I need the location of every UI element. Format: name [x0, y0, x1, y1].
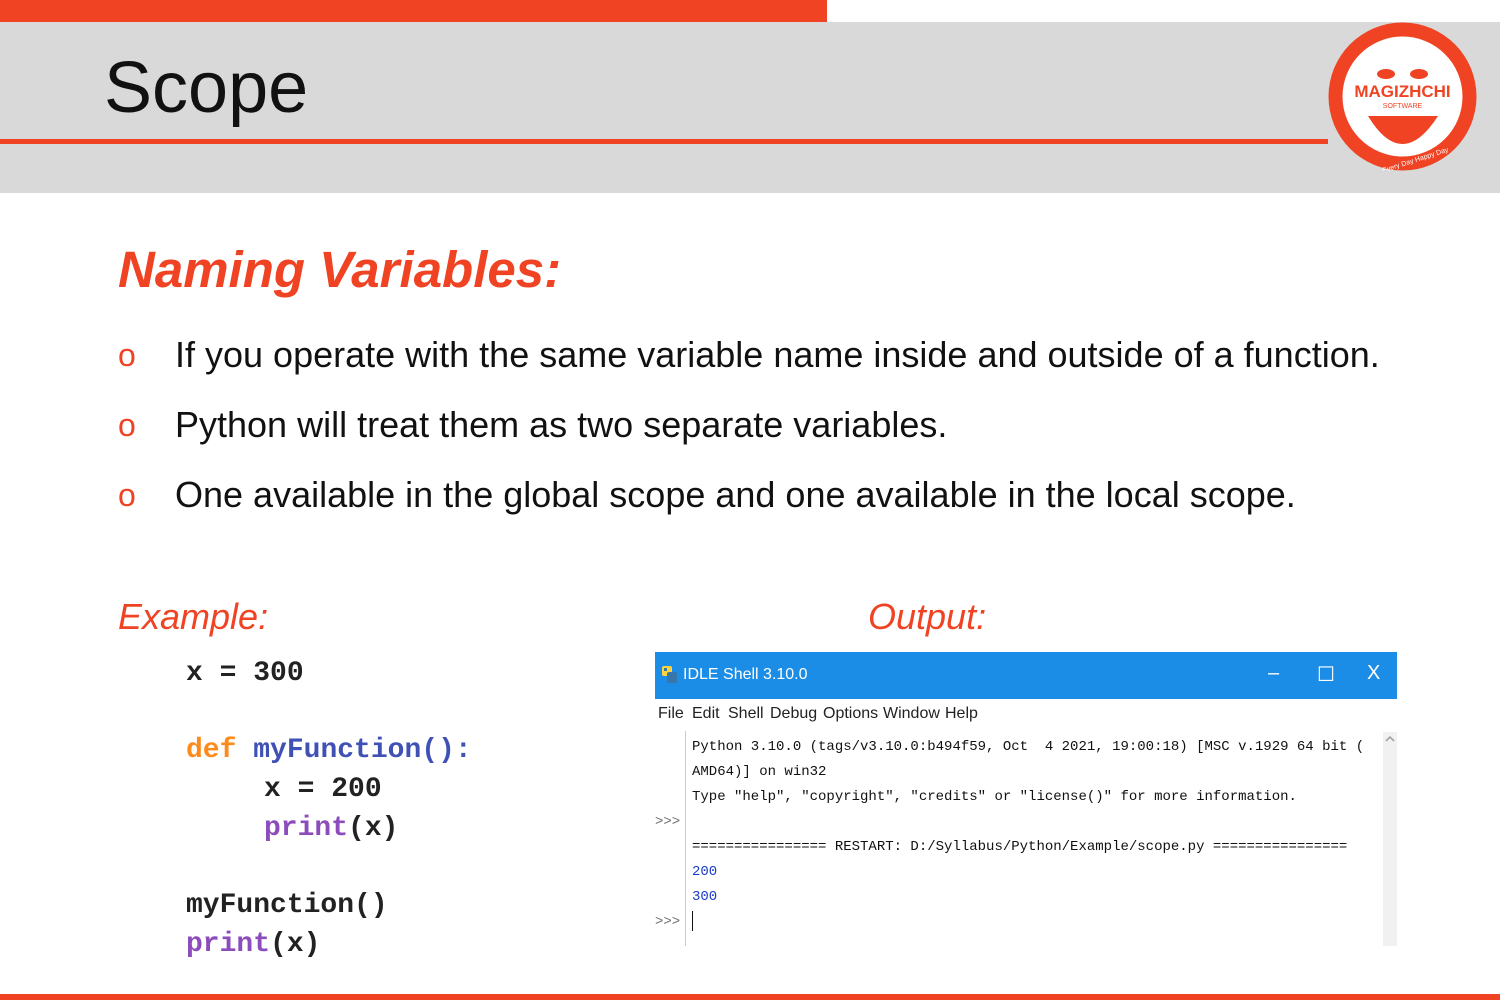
text-cursor [692, 911, 693, 931]
menu-edit[interactable]: Edit [692, 705, 720, 723]
shell-output-area[interactable]: Python 3.10.0 (tags/v3.10.0:b494f59, Oct… [685, 731, 1386, 946]
slide-title: Scope [104, 48, 309, 128]
minimize-button[interactable]: – [1268, 662, 1279, 685]
window-titlebar[interactable]: IDLE Shell 3.10.0 – ☐ X [655, 652, 1397, 699]
code-line: print(x) [186, 929, 320, 960]
shell-line: Python 3.10.0 (tags/v3.10.0:b494f59, Oct… [692, 739, 1365, 755]
bullet-marker: o [118, 407, 136, 443]
output-label: Output: [868, 596, 987, 637]
code-line: x = 300 [186, 658, 304, 689]
menu-help[interactable]: Help [945, 705, 978, 723]
idle-shell-window: IDLE Shell 3.10.0 – ☐ X File Edit Shell … [655, 652, 1397, 946]
bullet-text: One available in the global scope and on… [175, 474, 1296, 515]
code-line: print(x) [264, 813, 398, 844]
builtin-print: print [264, 813, 349, 844]
bullet-item: o Python will treat them as two separate … [118, 400, 1388, 450]
bullet-item: o One available in the global scope and o… [118, 470, 1388, 520]
close-button[interactable]: X [1367, 662, 1380, 685]
bottom-accent-bar [0, 994, 1500, 1000]
section-title: Naming Variables: [118, 241, 562, 298]
logo-subtitle: SOFTWARE [1383, 103, 1423, 110]
bullet-text: Python will treat them as two separate v… [175, 404, 948, 445]
code-line: myFunction() [186, 890, 388, 921]
code-line: x = 200 [264, 774, 382, 805]
shell-prompt: >>> [655, 814, 681, 830]
bullet-text: If you operate with the same variable na… [175, 334, 1380, 375]
bullet-marker: o [118, 337, 136, 373]
print-argument: (x) [348, 813, 399, 844]
bullet-item: o If you operate with the same variable n… [118, 330, 1388, 380]
shell-output: 300 [692, 889, 718, 905]
shell-output: 200 [692, 864, 718, 880]
bullet-list: o If you operate with the same variable n… [118, 330, 1388, 540]
magizhchi-logo: MAGIZHCHI SOFTWARE Every Day Happy Day [1328, 22, 1477, 171]
function-name: myFunction(): [253, 735, 472, 766]
example-label: Example: [118, 596, 269, 637]
scrollbar[interactable] [1383, 732, 1397, 946]
window-title: IDLE Shell 3.10.0 [683, 666, 808, 683]
menu-window[interactable]: Window [883, 705, 940, 723]
title-underline [0, 139, 1328, 144]
menu-shell[interactable]: Shell [728, 705, 764, 723]
menu-debug[interactable]: Debug [770, 705, 817, 723]
print-argument: (x) [270, 929, 321, 960]
shell-line: ================ RESTART: D:/Syllabus/Py… [692, 839, 1348, 855]
menu-file[interactable]: File [658, 705, 684, 723]
shell-line: Type "help", "copyright", "credits" or "… [692, 789, 1297, 805]
keyword-def: def [186, 735, 237, 766]
shell-prompt: >>> [655, 914, 681, 930]
bullet-marker: o [118, 477, 136, 513]
maximize-button[interactable]: ☐ [1317, 662, 1335, 687]
builtin-print: print [186, 929, 271, 960]
python-icon [662, 666, 677, 683]
code-line: def myFunction(): [186, 735, 472, 766]
shell-line: AMD64)] on win32 [692, 764, 827, 780]
scroll-up-icon[interactable] [1383, 732, 1397, 746]
menu-options[interactable]: Options [823, 705, 878, 723]
logo-name: MAGIZHCHI [1354, 82, 1450, 101]
code-example: x = 300 def myFunction(): x = 200 print(… [186, 650, 526, 965]
top-accent-bar [0, 0, 827, 22]
menu-bar: File Edit Shell Debug Options Window Hel… [655, 702, 1397, 728]
